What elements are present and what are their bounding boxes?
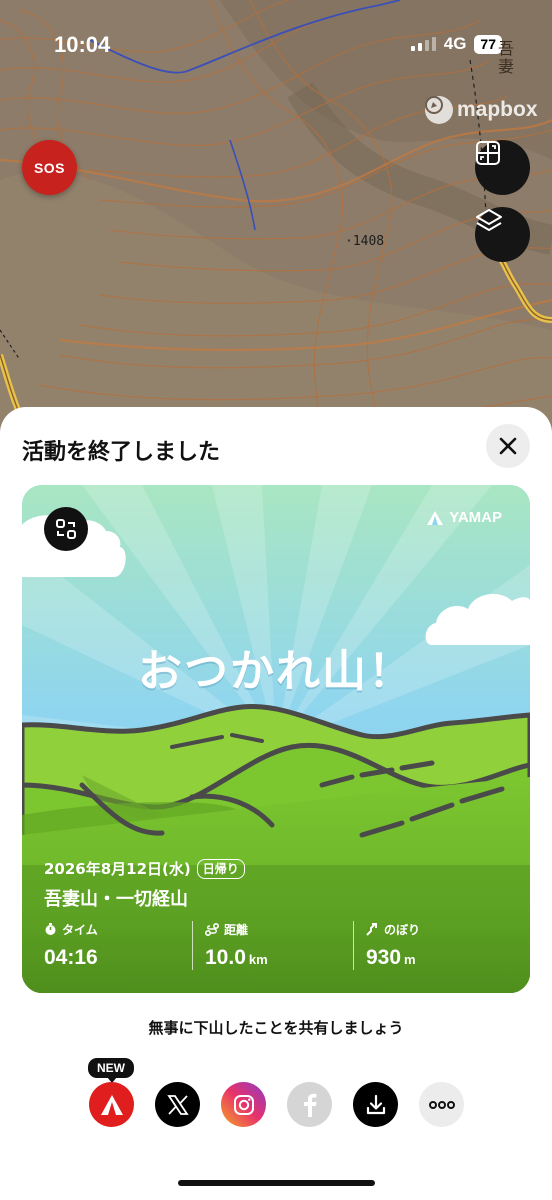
sos-button[interactable]: SOS <box>22 140 77 195</box>
activity-date: 2026年8月12日(水) <box>44 860 191 878</box>
timer-icon <box>45 923 56 935</box>
share-buttons <box>89 1082 464 1128</box>
stat-label: のぼり <box>366 921 514 938</box>
stat-value: 930 m <box>366 946 416 969</box>
mountain-name: 吾妻山・一切経山 <box>44 889 188 910</box>
map-road-label: 吾妻 <box>495 40 514 76</box>
yamap-logo-icon <box>427 510 444 525</box>
new-badge: NEW <box>88 1058 134 1083</box>
stat-label: 距離 <box>205 921 353 938</box>
stat-value: 10.0 km <box>205 946 268 969</box>
date-row: 2026年8月12日(水) 日帰り <box>44 858 514 879</box>
home-indicator[interactable] <box>178 1180 375 1186</box>
exit-fullscreen-button[interactable] <box>475 140 530 195</box>
brand-name: YAMAP <box>449 509 502 526</box>
share-yamap-button[interactable] <box>89 1082 134 1127</box>
signal-icon <box>410 37 436 51</box>
activity-finished-sheet: 活動を終了しました YAMAP おつかれ山！ 2026年8月12日(水) 日帰り… <box>0 407 552 1200</box>
close-icon <box>499 437 517 455</box>
yamap-icon <box>100 1094 123 1115</box>
route-icon <box>205 923 219 936</box>
instagram-icon <box>233 1094 254 1115</box>
stat-distance: 距離 10.0 km <box>192 921 353 970</box>
summary-card: YAMAP おつかれ山！ 2026年8月12日(水) 日帰り 吾妻山・一切経山 … <box>22 485 530 993</box>
status-bar: 10:04 4G 77 <box>0 0 552 90</box>
download-icon <box>366 1094 385 1114</box>
stat-value: 04:16 <box>44 946 98 969</box>
share-facebook-button[interactable] <box>287 1082 332 1127</box>
layers-icon <box>476 209 502 231</box>
mapbox-attribution[interactable]: mapbox <box>425 96 538 124</box>
elevation-label: ·1408 <box>345 234 385 249</box>
trip-type-badge: 日帰り <box>196 858 245 879</box>
swap-image-icon <box>56 519 76 539</box>
activity-info: 2026年8月12日(水) 日帰り 吾妻山・一切経山 タイム 04:16 距離 <box>44 858 514 970</box>
x-icon <box>166 1094 189 1115</box>
share-instagram-button[interactable] <box>221 1082 266 1127</box>
stat-label: タイム <box>44 921 192 938</box>
share-caption: 無事に下山したことを共有しましょう <box>148 1019 404 1037</box>
map-view[interactable]: 10:04 4G 77 吾妻 mapbox SOS ·1408 <box>0 0 552 430</box>
stat-time: タイム 04:16 <box>44 921 192 970</box>
close-button[interactable] <box>486 424 530 468</box>
exit-fullscreen-icon <box>476 141 500 165</box>
sheet-title: 活動を終了しました <box>22 440 221 465</box>
facebook-icon <box>303 1093 316 1117</box>
share-x-button[interactable] <box>155 1082 200 1127</box>
mapbox-logo-icon <box>425 96 453 124</box>
status-time: 10:04 <box>54 32 111 57</box>
more-options-button[interactable] <box>419 1082 464 1127</box>
ascent-icon <box>366 923 377 936</box>
yamap-brand: YAMAP <box>427 509 502 526</box>
network-type: 4G <box>443 34 467 53</box>
mapbox-text: mapbox <box>457 98 538 121</box>
layers-button[interactable] <box>475 207 530 262</box>
download-button[interactable] <box>353 1082 398 1127</box>
more-icon <box>428 1100 455 1109</box>
status-indicators: 4G 77 <box>410 34 502 54</box>
stat-ascent: のぼり 930 m <box>353 921 514 970</box>
swap-image-button[interactable] <box>44 507 88 551</box>
card-headline: おつかれ山！ <box>138 646 414 697</box>
stats-row: タイム 04:16 距離 10.0 km のぼり 930 m <box>44 921 514 970</box>
